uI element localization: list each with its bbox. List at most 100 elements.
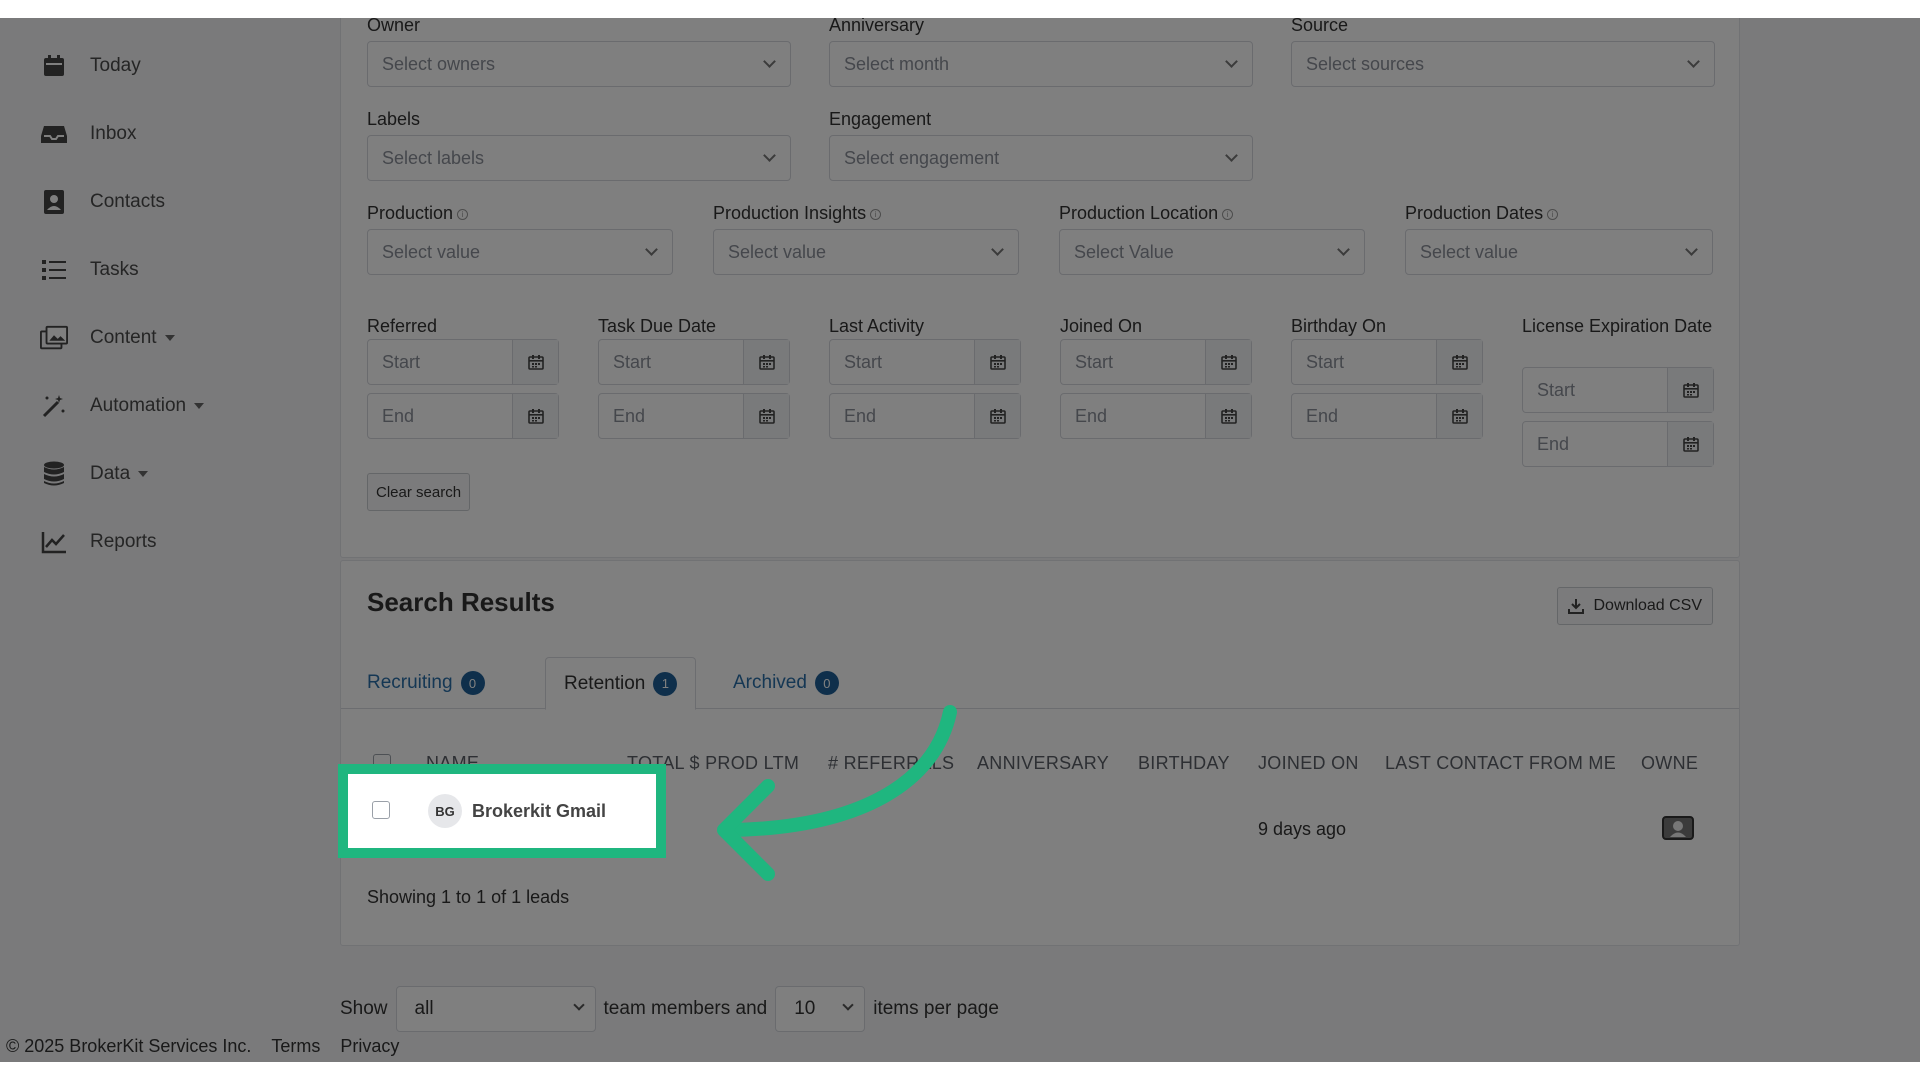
date-placeholder: Start [844, 351, 883, 372]
sidebar-item-data[interactable]: Data [40, 454, 149, 494]
info-icon: i [457, 208, 469, 220]
chevron-down-icon [1685, 243, 1698, 256]
tab-recruiting[interactable]: Recruiting 0 [349, 657, 503, 709]
owner-select-placeholder: Select owners [382, 53, 496, 74]
pagination-controls: Show all team members and 10 items per p… [340, 986, 999, 1032]
privacy-link[interactable]: Privacy [340, 1036, 399, 1057]
showing-count: Showing 1 to 1 of 1 leads [367, 887, 570, 907]
column-header-last-contact[interactable]: LAST CONTACT FROM ME [1385, 753, 1616, 774]
joined-on-end-input[interactable]: End [1060, 393, 1252, 439]
info-icon: i [1547, 208, 1559, 220]
calendar-icon[interactable] [1436, 340, 1482, 384]
owner-label: Owner [367, 18, 421, 35]
clear-search-button[interactable]: Clear search [367, 473, 471, 511]
team-members-value: all [414, 998, 434, 1019]
anniversary-label: Anniversary [829, 18, 925, 35]
calendar-icon[interactable] [512, 340, 558, 384]
chevron-down-icon [572, 999, 585, 1011]
chart-line-icon [40, 528, 68, 556]
calendar-icon[interactable] [1436, 394, 1482, 438]
download-csv-button[interactable]: Download CSV [1556, 587, 1713, 625]
per-page-select[interactable]: 10 [775, 986, 866, 1032]
calendar-icon[interactable] [512, 394, 558, 438]
calendar-icon [40, 52, 68, 80]
license-expiration-date-end-input[interactable]: End [1522, 421, 1714, 467]
production-location-select[interactable]: Select Value [1059, 229, 1365, 275]
chevron-down-icon [1337, 243, 1350, 256]
count-badge: 0 [460, 671, 485, 695]
sidebar-item-today[interactable]: Today [40, 46, 141, 86]
column-header-joined-on[interactable]: JOINED ON [1258, 753, 1359, 774]
anniversary-select[interactable]: Select month [829, 41, 1253, 87]
sidebar-item-automation[interactable]: Automation [40, 386, 205, 426]
sidebar-item-content[interactable]: Content [40, 318, 175, 358]
production-insights-select[interactable]: Select value [713, 229, 1019, 275]
sidebar-item-contacts[interactable]: Contacts [40, 182, 165, 222]
calendar-icon[interactable] [974, 394, 1020, 438]
calendar-icon[interactable] [1667, 368, 1713, 412]
calendar-icon[interactable] [743, 394, 789, 438]
inbox-icon [40, 120, 68, 148]
sidebar-item-label: Tasks [90, 259, 139, 280]
chevron-down-icon [645, 243, 658, 256]
last-activity-end-input[interactable]: End [829, 393, 1021, 439]
team-members-select[interactable]: all [395, 986, 596, 1032]
production-label: Production i [367, 203, 469, 224]
owner-select[interactable]: Select owners [367, 41, 791, 87]
referred-label: Referred [367, 316, 438, 336]
chevron-down-icon [842, 999, 854, 1011]
engagement-label: Engagement [829, 109, 932, 129]
labels-select[interactable]: Select labels [367, 135, 791, 181]
joined-on-start-input[interactable]: Start [1060, 339, 1252, 385]
chevron-down-icon [763, 149, 776, 162]
birthday-on-start-input[interactable]: Start [1291, 339, 1483, 385]
search-results-panel: Search Results Download CSV Recruiting 0… [340, 560, 1740, 946]
column-header-birthday[interactable]: BIRTHDAY [1138, 753, 1230, 774]
chevron-down-icon [194, 402, 205, 409]
production-dates-select[interactable]: Select value [1405, 229, 1713, 275]
highlighted-contact-row[interactable]: BG Brokerkit Gmail [338, 764, 666, 858]
engagement-select[interactable]: Select engagement [829, 135, 1253, 181]
referred-start-input[interactable]: Start [367, 339, 559, 385]
source-label: Source [1291, 18, 1349, 35]
last-activity-start-input[interactable]: Start [829, 339, 1021, 385]
task-due-date-end-input[interactable]: End [598, 393, 790, 439]
production-location-label: Production Location i [1059, 203, 1234, 224]
owner-avatar-icon[interactable] [1661, 814, 1695, 847]
birthday-on-label: Birthday On [1291, 316, 1387, 336]
row-checkbox[interactable] [372, 801, 390, 819]
calendar-icon[interactable] [974, 340, 1020, 384]
date-placeholder: End [1075, 405, 1108, 426]
task-due-date-start-input[interactable]: Start [598, 339, 790, 385]
sidebar-item-inbox[interactable]: Inbox [40, 114, 136, 154]
column-header-owner[interactable]: OWNE [1641, 753, 1698, 774]
sidebar-item-tasks[interactable]: Tasks [40, 250, 139, 290]
birthday-on-end-input[interactable]: End [1291, 393, 1483, 439]
sidebar-item-reports[interactable]: Reports [40, 522, 157, 562]
production-insights-select-placeholder: Select value [728, 241, 827, 262]
referred-end-input[interactable]: End [367, 393, 559, 439]
column-header-anniversary[interactable]: ANNIVERSARY [977, 753, 1109, 774]
chevron-down-icon [763, 55, 776, 68]
contact-name-link[interactable]: Brokerkit Gmail [472, 801, 606, 822]
calendar-icon[interactable] [1667, 422, 1713, 466]
date-placeholder: End [844, 405, 877, 426]
production-select[interactable]: Select value [367, 229, 673, 275]
engagement-select-placeholder: Select engagement [844, 147, 1000, 168]
calendar-icon[interactable] [743, 340, 789, 384]
sidebar-item-label: Content [90, 327, 157, 348]
calendar-icon[interactable] [1205, 394, 1251, 438]
date-placeholder: Start [382, 351, 421, 372]
license-expiration-date-start-input[interactable]: Start [1522, 367, 1714, 413]
footer: © 2025 BrokerKit Services Inc. Terms Pri… [6, 1036, 399, 1057]
production-location-select-placeholder: Select Value [1074, 241, 1174, 262]
terms-link[interactable]: Terms [271, 1036, 320, 1057]
per-page-value: 10 [794, 998, 816, 1019]
source-select[interactable]: Select sources [1291, 41, 1715, 87]
tab-retention[interactable]: Retention 1 [545, 657, 697, 710]
chevron-down-icon [991, 243, 1004, 256]
calendar-icon[interactable] [1205, 340, 1251, 384]
license-expiration-date-label: License Expiration Date [1522, 316, 1713, 336]
joined-on-cell: 9 days ago [1258, 819, 1347, 839]
filter-panel: Owner Select owners Anniversary Select m… [340, 18, 1740, 558]
